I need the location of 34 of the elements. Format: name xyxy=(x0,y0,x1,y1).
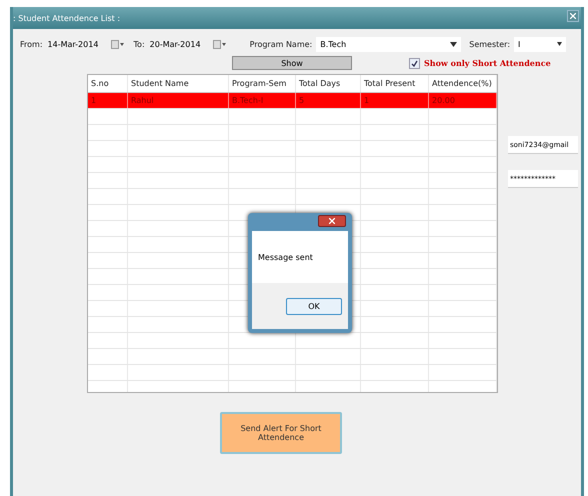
window-title: : Student Attendence List : xyxy=(13,14,120,22)
table-cell: 5 xyxy=(296,93,361,108)
close-icon xyxy=(570,13,576,19)
column-header: S.no xyxy=(88,75,128,92)
dialog-message: Message sent xyxy=(258,252,313,262)
table-cell: 1 xyxy=(361,93,429,108)
column-header: Total Present xyxy=(361,75,429,92)
column-header: Total Days xyxy=(296,75,361,92)
calendar-dropdown-icon xyxy=(212,40,226,48)
program-name-label: Program Name: xyxy=(250,40,312,48)
table-cell: B.Tech-I xyxy=(229,93,296,108)
to-label: To: xyxy=(134,40,145,48)
column-header: Program-Sem xyxy=(229,75,296,92)
to-date-picker[interactable]: 20-Mar-2014 xyxy=(150,36,226,52)
dropdown-arrow-icon xyxy=(450,42,458,46)
dropdown-arrow-icon xyxy=(557,42,562,46)
checkbox[interactable] xyxy=(409,58,420,68)
calendar-dropdown-icon xyxy=(110,40,124,48)
semester-dropdown[interactable]: I xyxy=(514,36,566,52)
column-header: Student Name xyxy=(128,75,229,92)
table-cell: 20.00 xyxy=(429,93,497,108)
close-icon xyxy=(329,218,335,224)
checkbox-label: Show only Short Attendence xyxy=(424,58,551,68)
from-date-picker[interactable]: 14-Mar-2014 xyxy=(48,36,124,52)
from-label: From: xyxy=(20,40,43,48)
program-dropdown[interactable]: B.Tech xyxy=(316,36,462,52)
send-alert-button[interactable]: Send Alert For Short Attendence xyxy=(220,412,342,454)
semester-label: Semester: xyxy=(469,40,510,48)
close-button[interactable] xyxy=(318,215,346,227)
table-cell: 1 xyxy=(88,93,128,108)
ok-button[interactable]: OK xyxy=(286,298,342,314)
column-header: Attendence(%) xyxy=(429,75,497,92)
table-cell: Rahul xyxy=(128,93,229,108)
show-button[interactable]: Show xyxy=(232,56,352,70)
